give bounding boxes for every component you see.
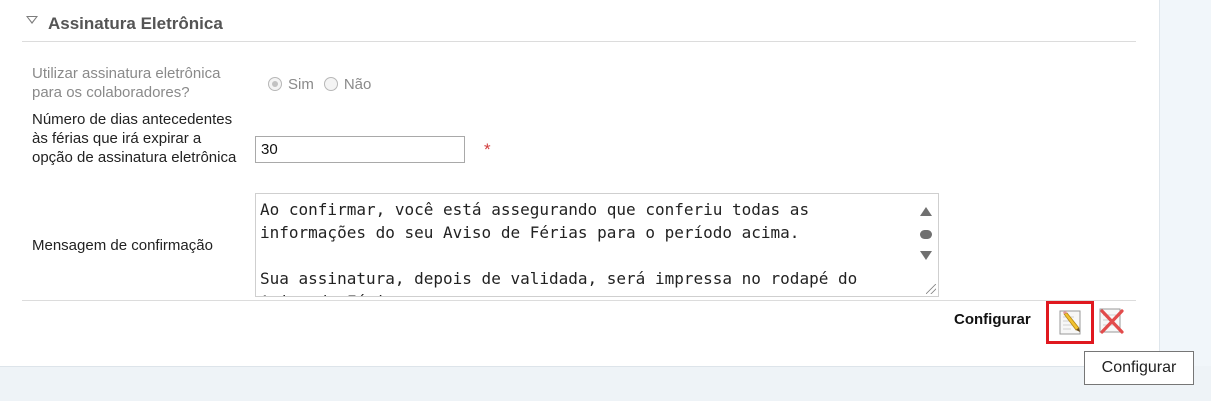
- right-side-strip: [1159, 0, 1211, 366]
- configure-button[interactable]: [1046, 301, 1094, 344]
- use-signature-label: Utilizar assinatura eletrônica para os c…: [32, 65, 221, 101]
- collapse-triangle-icon[interactable]: [26, 16, 38, 24]
- section-title: Assinatura Eletrônica: [48, 14, 223, 33]
- radio-nao-label: Não: [343, 76, 372, 93]
- footer-divider: [22, 300, 1136, 301]
- textarea-scrollbar[interactable]: [914, 194, 938, 296]
- pencil-page-icon: [1059, 310, 1081, 335]
- resize-grip-icon[interactable]: [926, 284, 936, 294]
- section-header[interactable]: Assinatura Eletrônica: [22, 0, 1136, 42]
- radio-sim[interactable]: [268, 76, 282, 91]
- confirmation-message-text: Ao confirmar, você está assegurando que …: [260, 200, 858, 296]
- required-marker: *: [484, 140, 491, 159]
- delete-button[interactable]: [1096, 306, 1128, 336]
- days-input[interactable]: [255, 136, 465, 163]
- confirmation-message-textarea[interactable]: Ao confirmar, você está assegurando que …: [255, 193, 939, 297]
- scroll-up-arrow-icon[interactable]: [920, 207, 932, 216]
- scroll-thumb[interactable]: [920, 230, 932, 239]
- red-x-icon: [1099, 308, 1124, 334]
- radio-sim-label: Sim: [288, 76, 314, 93]
- configure-label: Configurar: [954, 311, 1031, 328]
- confirmation-message-label: Mensagem de confirmação: [32, 237, 213, 254]
- use-signature-radio-group: Sim Não: [268, 74, 381, 93]
- scroll-down-arrow-icon[interactable]: [920, 251, 932, 260]
- radio-nao[interactable]: [323, 76, 338, 91]
- days-label: Número de dias antecedentes às férias qu…: [32, 111, 237, 166]
- configure-tooltip: Configurar: [1084, 351, 1194, 385]
